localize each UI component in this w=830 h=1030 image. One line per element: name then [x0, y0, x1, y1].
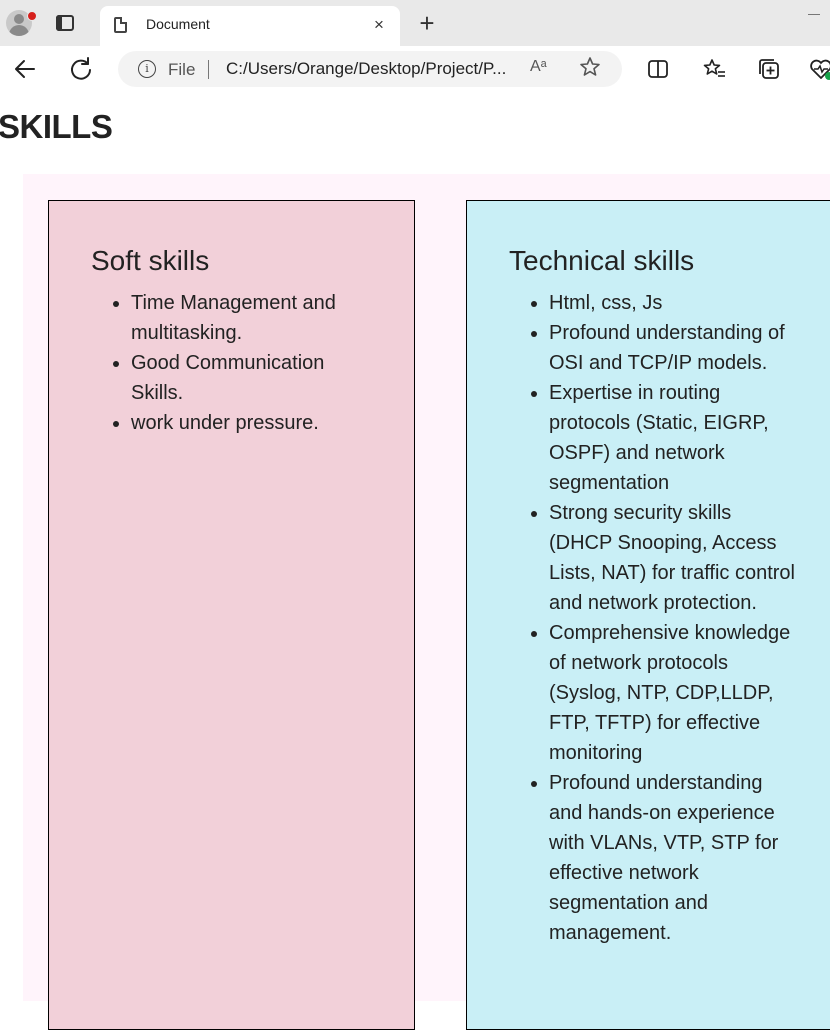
back-icon [15, 60, 35, 78]
browser-tab-strip: Document × + [0, 0, 830, 46]
tab-actions-icon[interactable] [52, 12, 80, 36]
new-tab-button[interactable]: + [414, 10, 440, 37]
browser-essentials-icon[interactable] [808, 56, 830, 82]
info-icon[interactable]: i [138, 60, 156, 78]
split-screen-icon[interactable] [645, 56, 671, 82]
technical-skills-card: Technical skills Html, css, Js Profound … [466, 200, 830, 1030]
favorites-icon[interactable] [701, 56, 727, 82]
technical-skills-list: Html, css, Js Profound understanding of … [509, 288, 799, 948]
favorite-star-icon[interactable] [578, 55, 602, 85]
address-url[interactable]: C:/Users/Orange/Desktop/Project/P... [226, 59, 506, 79]
collections-icon[interactable] [756, 56, 782, 82]
back-button[interactable] [10, 54, 40, 84]
address-scheme: File [168, 60, 196, 79]
list-item: Comprehensive knowledge of network proto… [549, 618, 799, 768]
soft-skills-list: Time Management and multitasking. Good C… [91, 288, 371, 438]
refresh-icon [71, 57, 91, 80]
list-item: Html, css, Js [549, 288, 799, 318]
list-item: Expertise in routing protocols (Static, … [549, 378, 799, 498]
notification-dot [27, 11, 37, 21]
minimize-button[interactable] [808, 14, 820, 15]
tab-title: Document [146, 16, 210, 32]
soft-skills-heading: Soft skills [91, 245, 210, 276]
address-separator [208, 60, 209, 79]
list-item: Profound understanding of OSI and TCP/IP… [549, 318, 799, 378]
document-icon [114, 17, 127, 33]
skills-section: Soft skills Time Management and multitas… [23, 174, 830, 1030]
browser-tab[interactable]: Document × [100, 6, 400, 46]
refresh-button[interactable] [66, 54, 96, 84]
list-item: Time Management and multitasking. [131, 288, 371, 348]
list-item: Strong security skills (DHCP Snooping, A… [549, 498, 799, 618]
browser-toolbar: i File C:/Users/Orange/Desktop/Project/P… [0, 46, 830, 92]
close-tab-button[interactable]: × [368, 14, 390, 36]
technical-skills-heading: Technical skills [509, 245, 695, 276]
star-outline-icon [580, 57, 600, 76]
address-bar[interactable]: i File C:/Users/Orange/Desktop/Project/P… [118, 51, 622, 87]
list-item: work under pressure. [131, 408, 371, 438]
list-item: Good Communication Skills. [131, 348, 371, 408]
soft-skills-card: Soft skills Time Management and multitas… [48, 200, 415, 1030]
page-title: SKILLS [0, 108, 113, 145]
list-item: Profound understanding and hands-on expe… [549, 768, 799, 948]
read-aloud-icon[interactable]: Aᵃ [530, 58, 547, 76]
